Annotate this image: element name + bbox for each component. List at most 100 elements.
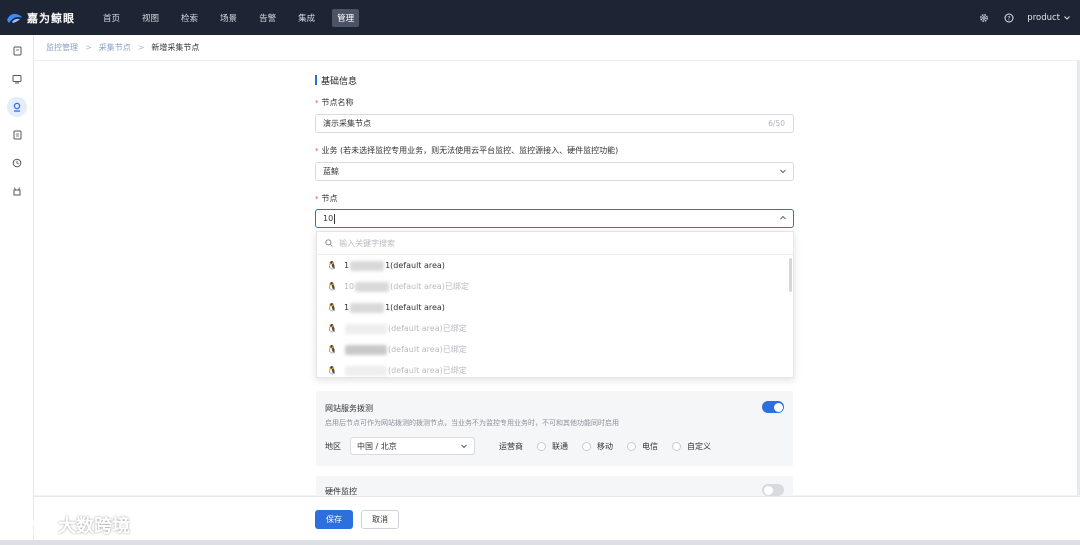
redacted-ip xyxy=(350,260,385,271)
node-name-label-text: 节点名称 xyxy=(321,98,354,107)
node-value: 10 xyxy=(323,214,334,223)
option-suffix: (default area)已绑定 xyxy=(387,345,467,354)
bottom-scrollbar xyxy=(0,540,1080,545)
side-item-report[interactable] xyxy=(0,121,34,149)
breadcrumb: 监控管理 > 采集节点 > 新增采集节点 xyxy=(34,35,1080,61)
user-name: product xyxy=(1027,12,1060,23)
redacted-ip xyxy=(355,281,390,292)
linux-icon: 🐧 xyxy=(327,261,337,270)
save-button[interactable]: 保存 xyxy=(315,510,353,529)
side-item-collector[interactable] xyxy=(0,93,34,121)
dropdown-list: 🐧 1 1(default area) 🐧 10 (default area)已… xyxy=(317,255,793,377)
top-nav-bar: 嘉为鲸眼 首页 视图 检索 场景 告警 集成 管理 ? product xyxy=(0,0,1080,35)
option-prefix: 10 xyxy=(343,282,355,291)
website-probe-title: 网站服务拨测 xyxy=(325,404,373,413)
website-probe-toggle[interactable] xyxy=(762,401,784,413)
business-select[interactable]: 蓝鲸 xyxy=(315,162,794,181)
option-prefix: 1 xyxy=(343,303,350,312)
nav-item-alert[interactable]: 告警 xyxy=(254,9,281,27)
linux-icon: 🐧 xyxy=(327,303,337,312)
redacted-ip xyxy=(344,365,387,376)
node-label: * 节点 xyxy=(315,193,338,204)
nav-item-search[interactable]: 检索 xyxy=(176,9,203,27)
user-menu[interactable]: product xyxy=(1027,13,1070,23)
carrier-label: 运营商 xyxy=(499,441,523,451)
carrier-label-unicom: 联通 xyxy=(552,441,568,451)
breadcrumb-separator: > xyxy=(137,43,145,52)
char-count: 6/50 xyxy=(768,119,785,128)
dropdown-option[interactable]: 🐧 1 1(default area) xyxy=(317,297,793,318)
nav-item-home[interactable]: 首页 xyxy=(98,9,125,27)
side-item-history[interactable] xyxy=(0,149,34,177)
breadcrumb-separator: > xyxy=(85,43,92,52)
hardware-monitor-toggle[interactable] xyxy=(762,484,784,496)
form-footer: 保存 取消 xyxy=(34,496,1080,540)
required-mark: * xyxy=(315,98,319,107)
carrier-label-mobile: 移动 xyxy=(597,441,613,451)
business-value: 蓝鲸 xyxy=(323,167,339,176)
redacted-ip xyxy=(344,323,387,334)
chevron-down-icon xyxy=(780,169,786,174)
document-icon xyxy=(13,46,21,56)
region-row: 地区 中国 / 北京 运营商 联通 移动 电信 自定义 xyxy=(325,437,711,455)
nav-item-integration[interactable]: 集成 xyxy=(293,9,320,27)
breadcrumb-collector-nodes[interactable]: 采集节点 xyxy=(99,42,131,53)
collector-icon xyxy=(13,102,21,112)
option-suffix: 1(default area) xyxy=(385,303,445,312)
carrier-radio-unicom[interactable]: 联通 xyxy=(537,441,568,452)
brand-name: 嘉为鲸眼 xyxy=(27,11,75,25)
text-caret xyxy=(334,213,336,224)
main-nav: 首页 视图 检索 场景 告警 集成 管理 xyxy=(98,8,371,27)
settings-icon[interactable] xyxy=(977,11,991,25)
node-form: 基础信息 * 节点名称 演示采集节点 6/50 * 业务 (若未选择监控专用业务… xyxy=(315,74,795,228)
cancel-button[interactable]: 取消 xyxy=(361,510,399,529)
node-name-value: 演示采集节点 xyxy=(323,119,371,128)
section-basic-info: 基础信息 xyxy=(315,74,795,87)
chevron-up-icon xyxy=(780,215,786,220)
region-label: 地区 xyxy=(325,441,341,451)
tools-icon xyxy=(13,187,21,196)
linux-icon: 🐧 xyxy=(327,324,337,333)
monitor-icon xyxy=(12,75,22,84)
option-suffix: (default area)已绑定 xyxy=(390,282,469,291)
nav-item-view[interactable]: 视图 xyxy=(137,9,164,27)
carrier-radio-custom[interactable]: 自定义 xyxy=(672,441,711,452)
node-name-input[interactable]: 演示采集节点 6/50 xyxy=(315,114,794,133)
carrier-radio-mobile[interactable]: 移动 xyxy=(582,441,613,452)
option-suffix: 1(default area) xyxy=(385,261,445,270)
dropdown-option: 🐧 (default area)已绑定 xyxy=(317,339,793,360)
logo-icon xyxy=(6,12,23,24)
required-mark: * xyxy=(315,146,319,155)
carrier-radio-telecom[interactable]: 电信 xyxy=(627,441,658,452)
node-dropdown: 输入关键字搜索 🐧 1 1(default area) 🐧 10 (defaul… xyxy=(316,231,794,378)
redacted-ip xyxy=(344,344,387,355)
dropdown-option[interactable]: 🐧 1 1(default area) xyxy=(317,255,793,276)
side-item-dashboard[interactable] xyxy=(0,65,34,93)
option-suffix: (default area)已绑定 xyxy=(387,324,467,333)
linux-icon: 🐧 xyxy=(327,282,337,291)
business-label-text: 业务 (若未选择监控专用业务，则无法使用云平台监控、监控源接入、硬件监控功能) xyxy=(321,146,619,155)
brand-logo[interactable]: 嘉为鲸眼 xyxy=(6,10,94,26)
side-menu xyxy=(0,35,34,545)
breadcrumb-monitor-manage[interactable]: 监控管理 xyxy=(46,42,78,53)
dropdown-scrollbar[interactable] xyxy=(789,255,793,377)
report-icon xyxy=(13,130,21,140)
help-icon[interactable]: ? xyxy=(1002,11,1016,25)
side-item-tools[interactable] xyxy=(0,177,34,205)
nav-item-scene[interactable]: 场景 xyxy=(215,9,242,27)
linux-icon: 🐧 xyxy=(327,345,337,354)
node-select[interactable]: 10 xyxy=(315,209,794,228)
dropdown-search-placeholder: 输入关键字搜索 xyxy=(339,238,395,248)
dropdown-search[interactable]: 输入关键字搜索 xyxy=(317,232,793,255)
chevron-down-icon xyxy=(461,444,467,449)
top-right-tools: ? product xyxy=(977,0,1070,35)
section-marker xyxy=(315,75,317,85)
dropdown-option: 🐧 10 (default area)已绑定 xyxy=(317,276,793,297)
region-select[interactable]: 中国 / 北京 xyxy=(350,437,475,455)
node-label-text: 节点 xyxy=(321,194,338,203)
dropdown-option: 🐧 (default area)已绑定 xyxy=(317,360,793,377)
side-item-docs[interactable] xyxy=(0,37,34,65)
carrier-label-telecom: 电信 xyxy=(642,441,658,451)
carrier-label-custom: 自定义 xyxy=(687,441,711,451)
nav-item-manage[interactable]: 管理 xyxy=(332,8,360,27)
